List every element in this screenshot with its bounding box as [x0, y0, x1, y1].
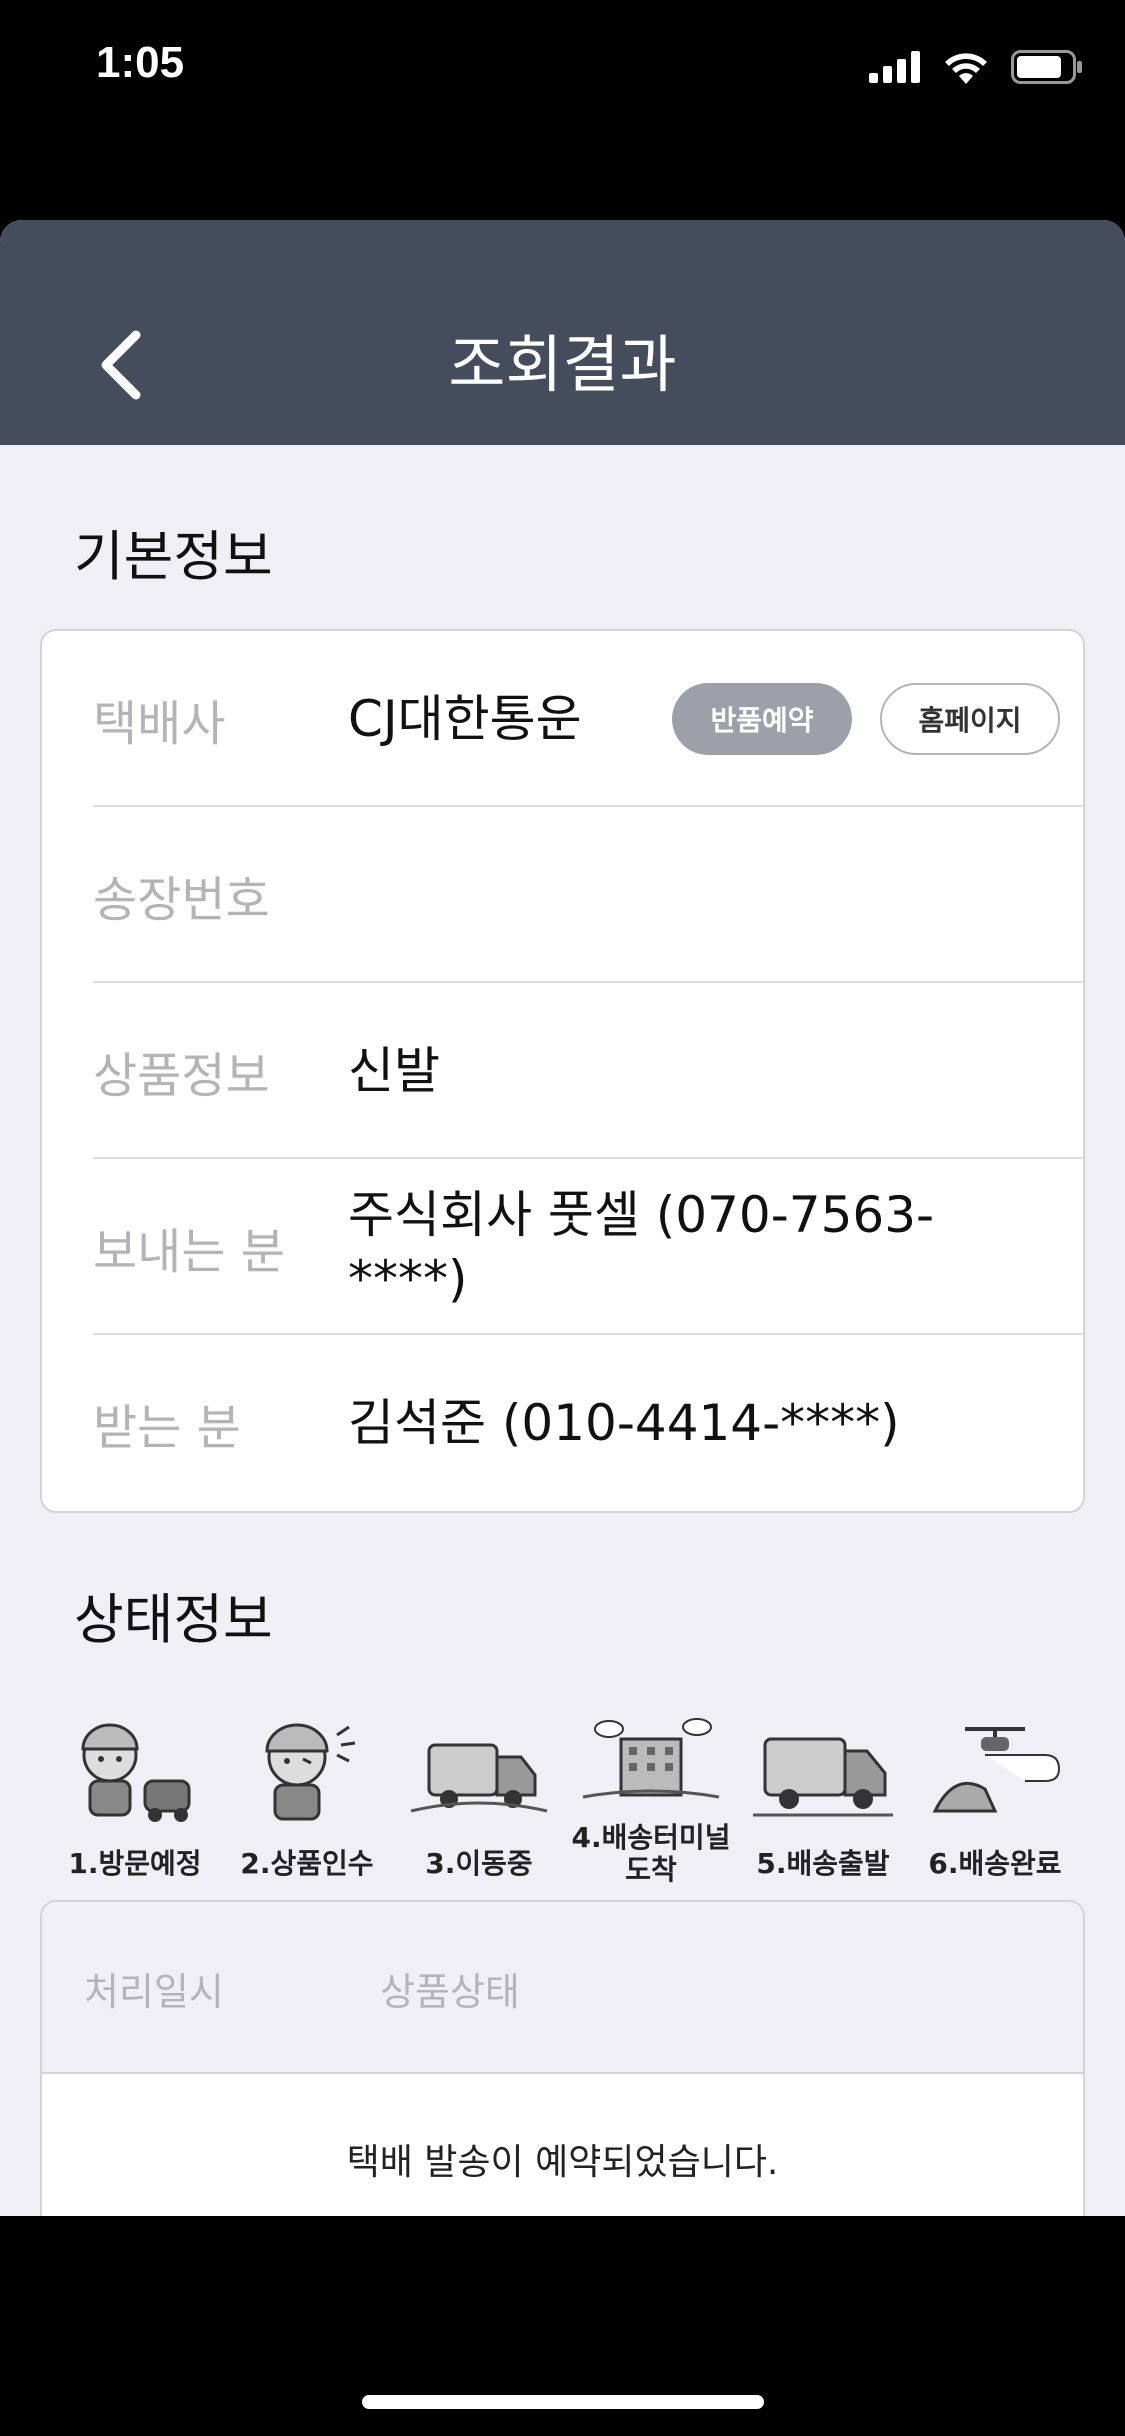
sender-label: 보내는 분 — [93, 1224, 285, 1280]
invoice-label: 송장번호 — [93, 872, 270, 928]
return-reservation-button[interactable]: 반품예약 — [672, 683, 852, 755]
product-value: 신발 — [348, 1042, 440, 1100]
step-moving: 3.이동중 — [394, 1715, 564, 1880]
product-status-header: 상품상태 — [380, 1969, 520, 2014]
step-delivered: 6.배송완료 — [910, 1715, 1080, 1880]
product-row: 상품정보 신발 — [42, 983, 1087, 1159]
wifi-icon — [945, 53, 987, 84]
step-label: 2.상품인수 — [240, 1847, 374, 1880]
homepage-button[interactable]: 홈페이지 — [880, 683, 1060, 755]
home-indicator[interactable] — [362, 2395, 764, 2409]
sender-value: 주식회사 풋셀 (070-7563-****) — [348, 1186, 935, 1308]
receiver-row: 받는 분 김석준 (010-4414-****) — [42, 1335, 1087, 1511]
step-departure: 5.배송출발 — [738, 1715, 908, 1880]
receiver-value: 김석준 (010-4414-****) — [348, 1394, 900, 1452]
step-label: 4.배송터미널 도착 — [571, 1821, 731, 1886]
truck-moving-icon — [410, 1743, 548, 1813]
courier-pickup-icon — [265, 1723, 356, 1821]
truck-departure-icon — [753, 1737, 893, 1817]
step-pickup: 2.상품인수 — [222, 1715, 392, 1880]
status-time: 1:05 — [96, 38, 185, 87]
step-label: 5.배송출발 — [756, 1847, 890, 1880]
page-title: 조회결과 — [448, 328, 677, 401]
step-label: 1.방문예정 — [68, 1847, 202, 1880]
basic-info-card: 택배사 CJ대한통운 반품예약 홈페이지 송장번호 상품정보 신발 보내는 분 … — [40, 629, 1085, 1513]
sender-row: 보내는 분 주식회사 풋셀 (070-7563-****) — [42, 1159, 1087, 1335]
navigation-bar: 조회결과 — [0, 220, 1125, 445]
step-terminal: 4.배송터미널 도착 — [566, 1715, 736, 1886]
status-info-title: 상태정보 — [74, 1588, 273, 1651]
receiver-label: 받는 분 — [93, 1400, 241, 1456]
courier-label: 택배사 — [93, 696, 226, 752]
processed-time-header: 처리일시 — [84, 1969, 224, 2014]
product-label: 상품정보 — [93, 1048, 270, 1104]
delivery-steps: 1.방문예정 2.상품인수 3.이동중 4.배송터미널 도착 5.배송출발 6.… — [50, 1715, 1080, 1886]
status-icons — [869, 50, 1083, 84]
courier-value: CJ대한통운 — [348, 690, 582, 748]
status-history-card: 처리일시 상품상태 택배 발송이 예약되었습니다. — [40, 1900, 1085, 2216]
courier-visit-icon — [81, 1723, 191, 1822]
history-header: 처리일시 상품상태 — [42, 1902, 1083, 2074]
invoice-value — [348, 807, 967, 983]
result-sheet: 조회결과 기본정보 택배사 CJ대한통운 반품예약 홈페이지 송장번호 상품정보… — [0, 220, 1125, 2216]
step-label: 6.배송완료 — [928, 1847, 1062, 1880]
terminal-building-icon — [582, 1718, 720, 1799]
courier-row: 택배사 CJ대한통운 반품예약 홈페이지 — [42, 631, 1087, 807]
delivered-good-icon — [932, 1727, 1061, 1813]
status-bar: 1:05 — [0, 0, 1125, 140]
step-label: 3.이동중 — [425, 1847, 533, 1880]
history-message: 택배 발송이 예약되었습니다. — [346, 2142, 779, 2183]
invoice-row: 송장번호 — [42, 807, 1087, 983]
battery-icon — [1011, 50, 1082, 84]
basic-info-title: 기본정보 — [74, 525, 273, 588]
step-visit: 1.방문예정 — [50, 1715, 220, 1880]
signal-icon — [869, 51, 920, 83]
